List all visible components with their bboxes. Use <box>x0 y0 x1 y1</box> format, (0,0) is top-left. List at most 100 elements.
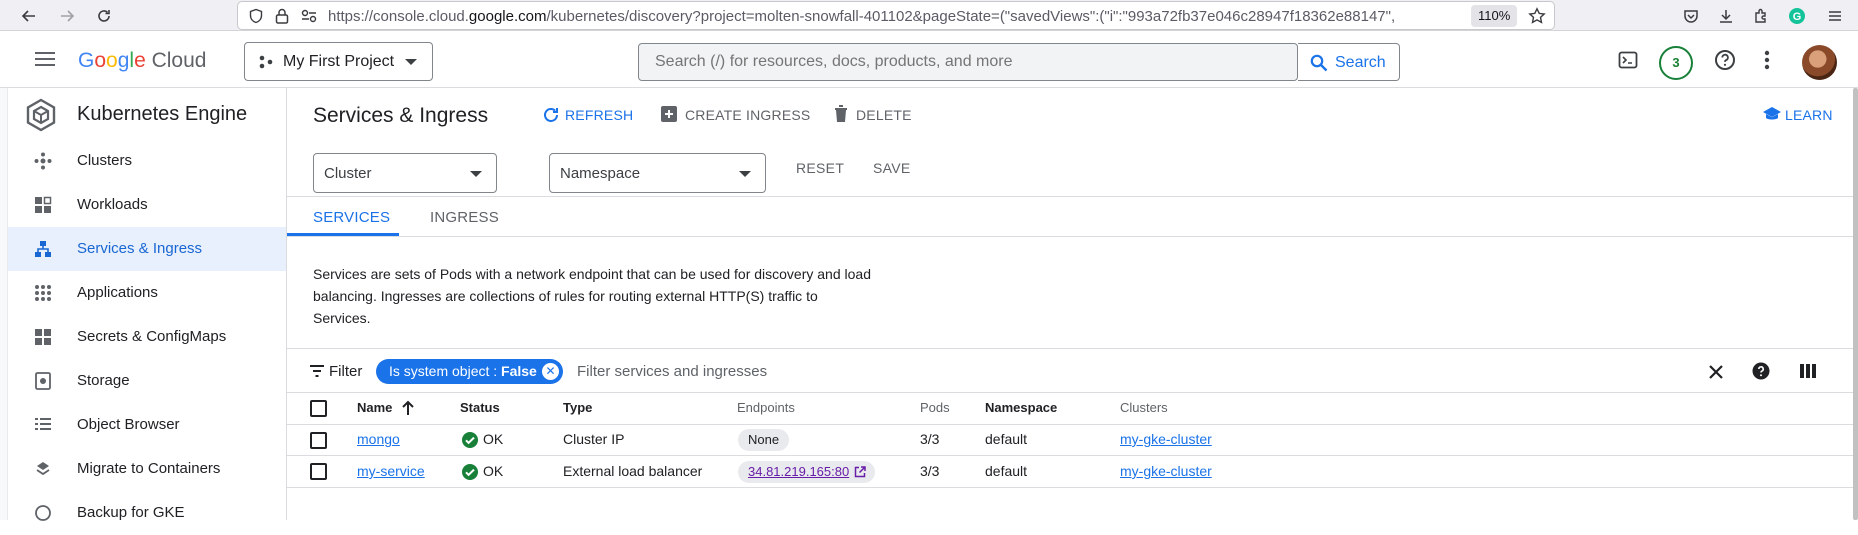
select-all-checkbox[interactable] <box>310 400 327 417</box>
sidebar-item-label: Applications <box>77 284 158 301</box>
column-header-status[interactable]: Status <box>460 400 500 415</box>
search-box[interactable] <box>638 43 1298 81</box>
tab-services[interactable]: SERVICES <box>313 209 390 226</box>
console-header: Google Cloud My First Project Search <box>0 31 1858 88</box>
shield-icon[interactable] <box>248 8 264 24</box>
pocket-icon[interactable] <box>1680 5 1702 27</box>
sidebar-item-workloads[interactable]: Workloads <box>8 183 286 227</box>
sidebar-item-migrate[interactable]: Migrate to Containers <box>8 447 286 491</box>
scrollbar[interactable] <box>1853 88 1858 520</box>
permissions-icon[interactable] <box>300 8 318 24</box>
status-text: OK <box>483 431 504 447</box>
check-circle-icon <box>462 432 478 448</box>
migrate-icon <box>34 460 52 478</box>
storage-icon <box>34 372 52 390</box>
column-header-endpoints: Endpoints <box>737 400 795 415</box>
endpoint-text: 34.81.219.165:80 <box>748 464 850 479</box>
sidebar-item-clusters[interactable]: Clusters <box>8 139 286 183</box>
cluster-link[interactable]: my-gke-cluster <box>1120 431 1212 447</box>
sidebar-item-secrets-configmaps[interactable]: Secrets & ConfigMaps <box>8 315 286 359</box>
trash-icon <box>834 105 848 123</box>
google-cloud-logo[interactable]: Google Cloud <box>78 49 206 73</box>
chevron-down-icon <box>470 171 482 177</box>
filter-bar: Filter Is system object : False ✕ Filter… <box>287 348 1858 393</box>
address-bar[interactable]: https://console.cloud.google.com/kuberne… <box>237 1 1555 30</box>
downloads-icon[interactable] <box>1715 5 1737 27</box>
grammarly-icon[interactable]: G <box>1786 5 1808 27</box>
search-icon <box>1310 54 1328 72</box>
sidebar-item-label: Secrets & ConfigMaps <box>77 328 227 345</box>
search-input[interactable] <box>655 53 1275 71</box>
endpoint-link[interactable]: 34.81.219.165:80 <box>738 461 876 483</box>
sidebar-item-label: Services & Ingress <box>77 240 203 257</box>
search-button[interactable]: Search <box>1298 43 1400 81</box>
extensions-icon[interactable] <box>1750 5 1772 27</box>
type-text: Cluster IP <box>563 431 625 447</box>
filter-label[interactable]: Filter <box>329 363 362 380</box>
project-name: My First Project <box>283 53 395 70</box>
cluster-select-value: Cluster <box>324 165 372 182</box>
avatar[interactable] <box>1802 45 1837 80</box>
column-display-icon[interactable] <box>1800 363 1816 379</box>
sidebar-item-backup[interactable]: Backup for GKE <box>8 491 286 535</box>
sidebar-item-label: Clusters <box>77 152 133 169</box>
filter-input[interactable]: Filter services and ingresses <box>577 363 767 380</box>
row-checkbox[interactable] <box>310 432 327 449</box>
reset-button[interactable]: RESET <box>796 160 844 176</box>
arrow-upward-icon[interactable] <box>401 400 415 416</box>
browser-toolbar: https://console.cloud.google.com/kuberne… <box>0 0 1858 31</box>
tab-ingress[interactable]: INGRESS <box>430 209 499 226</box>
notifications-badge[interactable]: 3 <box>1659 46 1693 80</box>
zoom-level[interactable]: 110% <box>1471 5 1518 27</box>
open-in-new-icon <box>854 466 866 478</box>
save-button[interactable]: SAVE <box>873 160 911 176</box>
refresh-label: REFRESH <box>565 107 634 123</box>
check-circle-icon <box>462 464 478 480</box>
namespace-text: default <box>985 431 1028 447</box>
column-header-type[interactable]: Type <box>563 400 592 415</box>
search-button-label: Search <box>1335 54 1386 71</box>
clear-filter-icon[interactable] <box>1709 365 1723 379</box>
cluster-select[interactable]: Cluster <box>313 153 497 193</box>
lock-icon[interactable] <box>274 7 290 25</box>
column-header-name[interactable]: Name <box>357 400 392 415</box>
object-browser-icon <box>34 416 52 434</box>
help-circle-icon[interactable] <box>1752 362 1770 380</box>
filter-chip-key: Is system object : <box>389 363 502 379</box>
more-vert-icon[interactable] <box>1764 49 1770 71</box>
endpoint-chip: None <box>738 429 790 451</box>
service-name-link[interactable]: mongo <box>357 431 400 447</box>
project-selector[interactable]: My First Project <box>244 42 433 81</box>
column-header-namespace[interactable]: Namespace <box>985 400 1057 415</box>
reload-icon[interactable] <box>93 5 115 27</box>
cluster-link[interactable]: my-gke-cluster <box>1120 463 1212 479</box>
sidebar-item-applications[interactable]: Applications <box>8 271 286 315</box>
sidebar-item-label: Backup for GKE <box>77 504 185 521</box>
product-title: Kubernetes Engine <box>77 103 248 125</box>
left-edge-strip <box>0 88 8 520</box>
url-text[interactable]: https://console.cloud.google.com/kuberne… <box>328 8 1488 25</box>
create-ingress-label: CREATE INGRESS <box>685 107 811 123</box>
svg-text:G: G <box>1793 11 1802 23</box>
main-menu-icon[interactable] <box>34 51 56 67</box>
sidebar-item-storage[interactable]: Storage <box>8 359 286 403</box>
type-text: External load balancer <box>563 463 703 479</box>
filter-chip[interactable]: Is system object : False ✕ <box>376 359 563 384</box>
sidebar-item-label: Storage <box>77 372 130 389</box>
service-name-link[interactable]: my-service <box>357 463 425 479</box>
row-checkbox[interactable] <box>310 463 327 480</box>
cloud-shell-icon[interactable] <box>1618 50 1638 70</box>
sidebar-item-services-ingress[interactable]: Services & Ingress <box>8 227 286 271</box>
sidebar-item-object-browser[interactable]: Object Browser <box>8 403 286 447</box>
sidebar-item-label: Object Browser <box>77 416 180 433</box>
column-header-pods: Pods <box>920 400 950 415</box>
back-icon[interactable] <box>18 5 40 27</box>
namespace-select[interactable]: Namespace <box>549 153 766 193</box>
forward-icon[interactable] <box>56 5 78 27</box>
help-icon[interactable] <box>1714 49 1736 71</box>
bookmark-star-icon[interactable] <box>1528 7 1546 25</box>
divider <box>287 455 1853 456</box>
browser-menu-icon[interactable] <box>1824 5 1846 27</box>
chip-remove-icon[interactable]: ✕ <box>542 363 559 380</box>
kubernetes-engine-icon <box>24 98 58 132</box>
